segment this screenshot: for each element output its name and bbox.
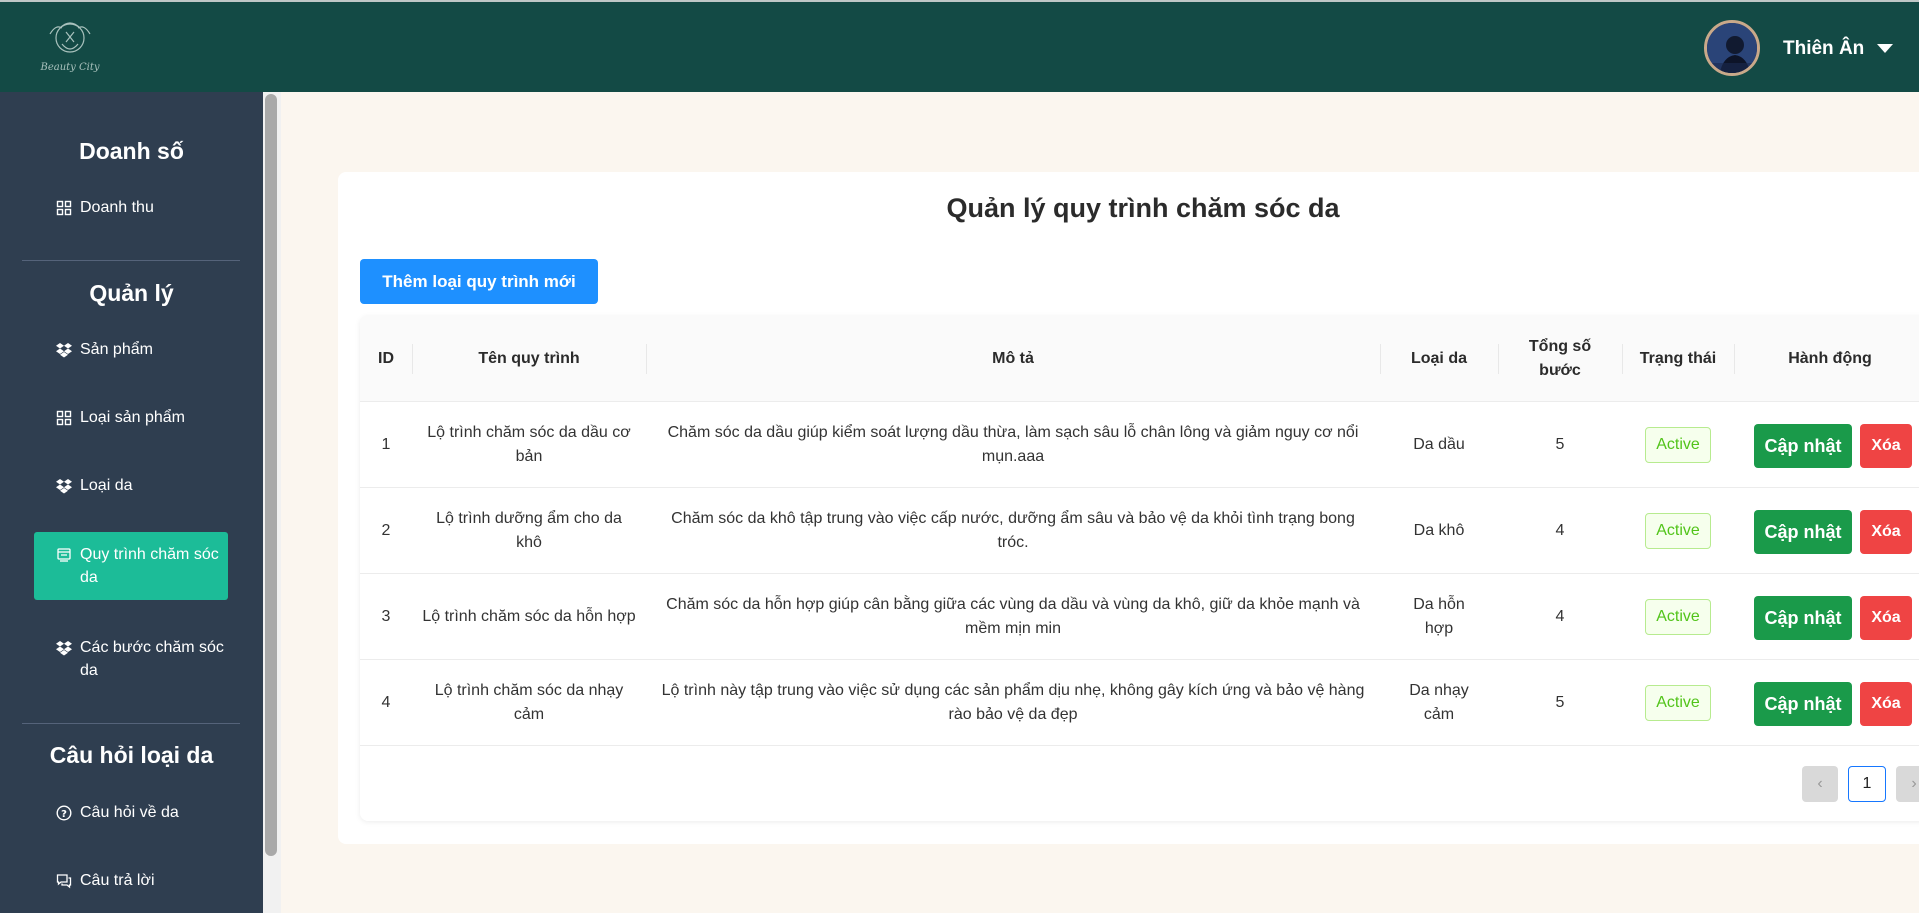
column-header-id[interactable]: ID <box>360 316 412 402</box>
column-header-total-steps[interactable]: Tổng số bước <box>1518 316 1602 402</box>
cell-id: 1 <box>381 436 391 453</box>
update-button[interactable]: Cập nhật <box>1754 424 1852 468</box>
cell-total-steps: 4 <box>1555 608 1565 625</box>
cell-status: Active <box>1622 402 1734 488</box>
dropbox-icon <box>56 343 72 358</box>
table-row: 3 Lộ trình chăm sóc da hỗn hợp Chăm sóc … <box>360 574 1919 660</box>
section-title-sales: Doanh số <box>79 138 184 164</box>
chevron-down-icon[interactable] <box>1877 44 1893 53</box>
sidebar-item-skincare-steps[interactable]: Các bước chăm sóc da <box>34 636 228 682</box>
table-header: ID Tên quy trình Mô tả Loại da Tổng số b… <box>360 316 1919 402</box>
cell-status: Active <box>1622 488 1734 574</box>
column-separator <box>1498 344 1499 374</box>
update-button[interactable]: Cập nhật <box>1754 596 1852 640</box>
delete-button[interactable]: Xóa <box>1860 510 1912 554</box>
sidebar-item-answers[interactable]: Câu trả lời <box>34 869 228 892</box>
delete-button[interactable]: Xóa <box>1860 596 1912 640</box>
status-badge: Active <box>1645 599 1711 635</box>
table-row: 2 Lộ trình dưỡng ẩm cho da khô Chăm sóc … <box>360 488 1919 574</box>
svg-text:?: ? <box>61 809 67 820</box>
sidebar-item-product-types[interactable]: Loại sản phẩm <box>34 406 228 429</box>
sidebar-item-skin-types[interactable]: Loại da <box>34 474 228 497</box>
cell-skin-type: Da khô <box>1413 522 1465 539</box>
page-title: Quản lý quy trình chăm sóc da <box>946 193 1340 223</box>
dropbox-icon <box>56 479 72 494</box>
pagination-page-1[interactable]: 1 <box>1848 766 1886 802</box>
sidebar-item-products[interactable]: Sản phẩm <box>34 338 228 361</box>
column-header-status[interactable]: Trạng thái <box>1622 316 1734 402</box>
user-name[interactable]: Thiên Ân <box>1783 38 1864 60</box>
brand-logo[interactable]: Beauty City <box>36 14 104 80</box>
sidebar-item-label: Câu trả lời <box>80 872 155 889</box>
process-icon <box>57 548 71 562</box>
cell-total-steps: 4 <box>1555 522 1565 539</box>
cell-skin-type: Da dầu <box>1413 436 1465 453</box>
cell-description: Lộ trình này tập trung vào việc sử dụng … <box>661 682 1365 723</box>
cell-skin-type: Da hỗn hợp <box>1413 596 1465 637</box>
cell-description: Chăm sóc da dầu giúp kiểm soát lượng dầu… <box>667 424 1359 465</box>
status-badge: Active <box>1645 685 1711 721</box>
chat-icon <box>56 874 72 889</box>
pagination-prev-button[interactable]: ‹ <box>1802 766 1838 802</box>
cell-total-steps: 5 <box>1555 694 1565 711</box>
add-process-button[interactable]: Thêm loại quy trình mới <box>360 259 598 304</box>
column-header-actions[interactable]: Hành động <box>1734 316 1919 402</box>
cell-name: Lộ trình dưỡng ẩm cho da khô <box>436 510 622 551</box>
status-badge: Active <box>1645 513 1711 549</box>
update-button[interactable]: Cập nhật <box>1754 682 1852 726</box>
sidebar-item-label: Loại da <box>80 477 133 494</box>
cell-status: Active <box>1622 660 1734 746</box>
svg-text:Beauty City: Beauty City <box>39 62 99 73</box>
sidebar-item-label: Loại sản phẩm <box>80 409 185 426</box>
grid-icon <box>56 200 72 216</box>
cell-total-steps: 5 <box>1555 436 1565 453</box>
column-header-description[interactable]: Mô tả <box>646 316 1380 402</box>
divider <box>22 260 240 261</box>
grid-icon <box>56 410 72 426</box>
cell-id: 3 <box>381 608 391 625</box>
sidebar-item-skin-questions[interactable]: ? Câu hỏi về da <box>34 801 228 824</box>
dropbox-icon <box>56 641 72 656</box>
sidebar-scrollbar-thumb[interactable] <box>265 94 277 856</box>
delete-button[interactable]: Xóa <box>1860 424 1912 468</box>
cell-skin-type: Da nhạy cảm <box>1409 682 1469 723</box>
process-table: ID Tên quy trình Mô tả Loại da Tổng số b… <box>360 316 1919 821</box>
sidebar-item-label: Sản phẩm <box>80 341 153 358</box>
cell-name: Lộ trình chăm sóc da nhạy cảm <box>434 682 624 723</box>
delete-button[interactable]: Xóa <box>1860 682 1912 726</box>
cell-description: Chăm sóc da hỗn hợp giúp cân bằng giữa c… <box>666 596 1360 637</box>
cell-id: 2 <box>381 522 391 539</box>
table-row: 1 Lộ trình chăm sóc da dầu cơ bản Chăm s… <box>360 402 1919 488</box>
status-badge: Active <box>1645 427 1711 463</box>
cell-status: Active <box>1622 574 1734 660</box>
cell-id: 4 <box>381 694 391 711</box>
section-title-management: Quản lý <box>89 280 174 306</box>
sidebar-item-label: Doanh thu <box>80 199 154 216</box>
top-header: Beauty City Thiên Ân <box>0 0 1919 92</box>
sidebar-item-label: Câu hỏi về da <box>80 804 179 821</box>
divider <box>22 723 240 724</box>
column-header-skin-type[interactable]: Loại da <box>1380 316 1498 402</box>
question-icon: ? <box>56 805 72 821</box>
sidebar-item-label: Các bước chăm sóc da <box>80 639 224 679</box>
cell-description: Chăm sóc da khô tập trung vào việc cấp n… <box>671 510 1355 551</box>
update-button[interactable]: Cập nhật <box>1754 510 1852 554</box>
sidebar-item-revenue[interactable]: Doanh thu <box>34 196 228 219</box>
sidebar: Doanh số Doanh thu Quản lý Sản phẩm Loại… <box>0 92 263 913</box>
column-header-name[interactable]: Tên quy trình <box>412 316 646 402</box>
cell-name: Lộ trình chăm sóc da hỗn hợp <box>422 608 636 625</box>
table-row: 4 Lộ trình chăm sóc da nhạy cảm Lộ trình… <box>360 660 1919 746</box>
sidebar-item-skincare-process[interactable]: Quy trình chăm sóc da <box>34 532 228 600</box>
section-title-skin-questions: Câu hỏi loại da <box>49 742 214 768</box>
user-avatar[interactable] <box>1704 20 1760 76</box>
cell-name: Lộ trình chăm sóc da dầu cơ bản <box>427 424 631 465</box>
pagination-next-button[interactable]: › <box>1896 766 1919 802</box>
